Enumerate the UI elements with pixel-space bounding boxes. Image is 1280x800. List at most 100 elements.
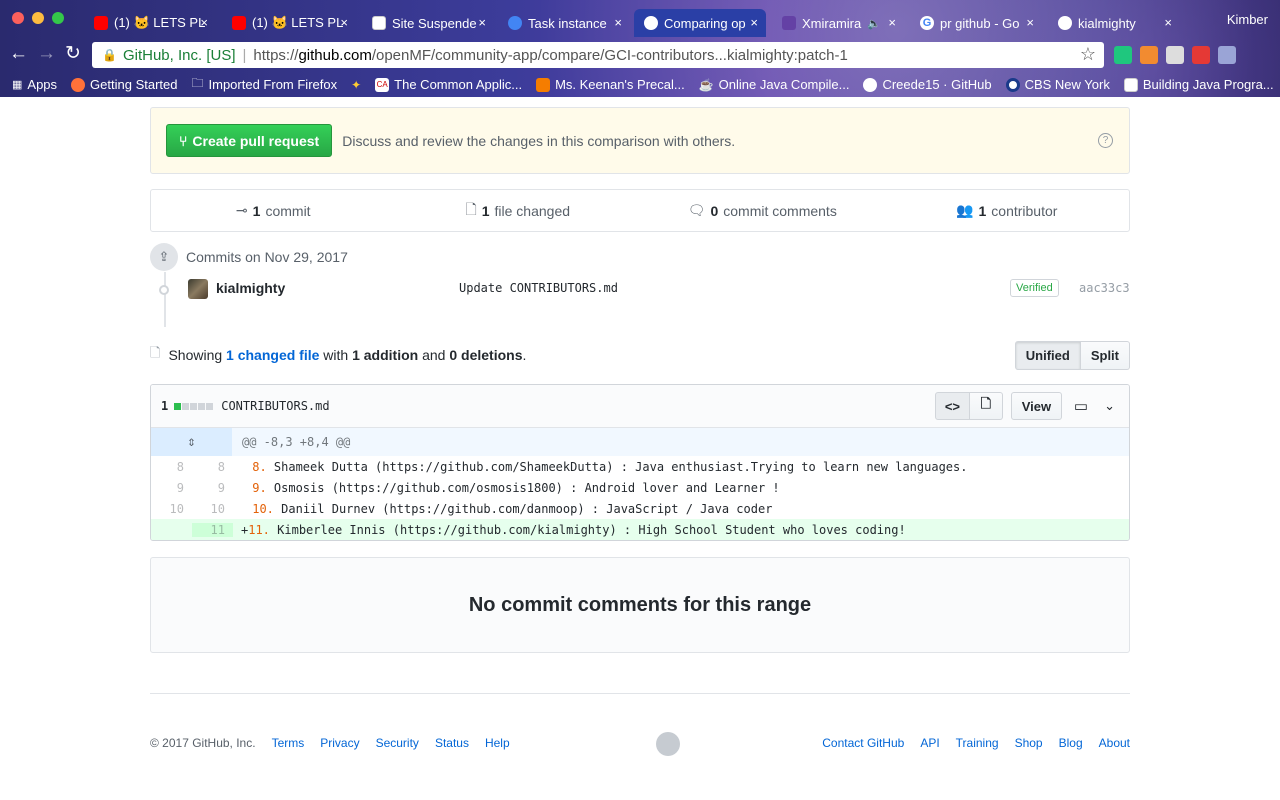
bookmark-item[interactable]: ✦ — [351, 78, 361, 92]
unified-button[interactable]: Unified — [1014, 341, 1081, 370]
view-file-button[interactable]: View — [1010, 392, 1062, 420]
browser-tab[interactable]: Task instance × — [498, 9, 630, 37]
url-text[interactable]: https://github.com/openMF/community-app/… — [253, 47, 847, 64]
forward-icon[interactable]: → — [37, 44, 56, 64]
browser-tab[interactable]: (1) 🐱 LETS PL × — [222, 9, 356, 37]
secure-indicator[interactable]: 🔒 GitHub, Inc. [US] — [92, 47, 236, 64]
changed-files-link[interactable]: 1 changed file — [226, 347, 319, 363]
close-tab-icon[interactable]: × — [1026, 15, 1034, 30]
close-tab-icon[interactable]: × — [750, 15, 758, 30]
blogger-icon — [536, 77, 551, 92]
desktop-icon[interactable]: ▭ — [1074, 397, 1088, 415]
bookmark-star-icon[interactable]: ☆ — [1080, 44, 1096, 65]
address-bar[interactable]: 🔒 GitHub, Inc. [US] | https://github.com/… — [92, 42, 1104, 68]
help-icon[interactable]: ? — [1098, 133, 1113, 148]
create-pr-banner: ⑂ Create pull request Discuss and review … — [150, 107, 1130, 174]
pull-request-icon: ⑂ — [179, 132, 188, 149]
bookmark-item[interactable]: ☕ Online Java Compile... — [699, 77, 850, 92]
lock-icon: 🔒 — [102, 48, 117, 62]
source-view-icon[interactable]: <> — [934, 392, 970, 420]
close-tab-icon[interactable]: × — [478, 15, 486, 30]
file-actions: <> 🗋 View ▭ ⌄ — [934, 392, 1119, 420]
java-icon: ☕ — [698, 77, 714, 92]
diff-line: 99 9. Osmosis (https://github.com/osmosi… — [176, 480, 780, 495]
diff-line: 88 8. Shameek Dutta (https://github.com/… — [176, 459, 968, 474]
profile-button[interactable]: Kimber — [1227, 12, 1268, 27]
bookmark-item[interactable]: ▦ Apps — [12, 77, 57, 92]
diff-view-toggle: Unified Split — [1014, 341, 1130, 370]
firefox-icon — [71, 77, 86, 92]
avatar[interactable] — [188, 279, 208, 299]
footer-link-blog[interactable]: Blog — [1059, 736, 1083, 750]
commit-author[interactable]: kialmighty — [216, 280, 285, 296]
footer-link-terms[interactable]: Terms — [272, 736, 305, 750]
extension-icon[interactable] — [1218, 46, 1236, 64]
bookmark-folder[interactable]: 🗀 Imported From Firefox — [192, 74, 338, 95]
commit-message[interactable]: Update CONTRIBUTORS.md — [459, 281, 618, 295]
bookmark-item[interactable]: Creede15 · GitHub — [863, 77, 992, 92]
footer-link-security[interactable]: Security — [376, 736, 419, 750]
footer-link-about[interactable]: About — [1099, 736, 1130, 750]
commits-tab[interactable]: ⊸ 1 commit — [151, 202, 396, 219]
close-tab-icon[interactable]: × — [1164, 15, 1172, 30]
footer-link-training[interactable]: Training — [956, 736, 999, 750]
extension-icon[interactable] — [1192, 46, 1210, 64]
bookmark-item[interactable]: CA The Common Applic... — [375, 77, 522, 92]
commit-sha[interactable]: aac33c3 — [1079, 281, 1130, 295]
diff-line-addition: 11 +11. Kimberlee Innis (https://github.… — [151, 519, 1129, 540]
maximize-window-icon[interactable] — [52, 12, 64, 24]
bookmark-item[interactable]: Ms. Keenan's Precal... — [536, 77, 685, 92]
close-tab-icon[interactable]: × — [200, 15, 208, 30]
bookmark-item[interactable]: CBS New York — [1005, 77, 1110, 92]
contributors-tab[interactable]: 👥 1 contributor — [885, 202, 1130, 219]
extension-icon[interactable] — [1114, 46, 1132, 64]
bookmark-item[interactable]: Getting Started — [71, 77, 178, 92]
reload-icon[interactable]: ↻ — [65, 44, 81, 64]
expand-icon[interactable]: ⇕ — [151, 428, 232, 456]
twitch-icon — [782, 16, 796, 30]
back-icon[interactable]: ← — [9, 44, 28, 64]
folder-icon: 🗀 — [191, 76, 204, 90]
diffstat-bar — [174, 402, 214, 410]
extension-icon[interactable] — [1166, 46, 1184, 64]
youtube-icon — [232, 16, 246, 30]
file-name[interactable]: CONTRIBUTORS.md — [221, 399, 329, 413]
footer-link-shop[interactable]: Shop — [1015, 736, 1043, 750]
github-logo-icon[interactable] — [656, 732, 680, 756]
commit-comments-tab[interactable]: 🗨 0 commit comments — [640, 202, 885, 219]
commit-icon: ⊸ — [235, 202, 248, 218]
extension-icon[interactable] — [1140, 46, 1158, 64]
split-button[interactable]: Split — [1080, 341, 1130, 370]
browser-tab[interactable]: (1) 🐱 LETS PL × — [84, 9, 216, 37]
files-changed-tab[interactable]: 🗋 1 file changed — [396, 199, 641, 223]
close-tab-icon[interactable]: × — [340, 15, 348, 30]
footer-link-contact[interactable]: Contact GitHub — [822, 736, 904, 750]
footer-link-privacy[interactable]: Privacy — [320, 736, 359, 750]
close-window-icon[interactable] — [12, 12, 24, 24]
footer-link-help[interactable]: Help — [485, 736, 510, 750]
minimize-window-icon[interactable] — [32, 12, 44, 24]
browser-tab[interactable]: Site Suspende × — [362, 9, 494, 37]
bookmark-item[interactable]: Building Java Progra... — [1123, 77, 1274, 92]
no-comments-blankslate: No commit comments for this range — [150, 557, 1130, 653]
browser-tab[interactable]: kialmighty × — [1048, 9, 1180, 37]
create-pull-request-button[interactable]: ⑂ Create pull request — [166, 124, 333, 157]
github-icon — [1058, 16, 1072, 30]
browser-tab-active[interactable]: Comparing op × — [634, 9, 766, 37]
github-icon — [863, 77, 878, 92]
footer-link-api[interactable]: API — [920, 736, 939, 750]
close-tab-icon[interactable]: × — [888, 15, 896, 30]
commit-row: kialmighty Update CONTRIBUTORS.md Verifi… — [150, 275, 1130, 303]
browser-tab[interactable]: Gpr github - Go × — [910, 9, 1042, 37]
diff-count: 1 — [161, 399, 169, 413]
close-tab-icon[interactable]: × — [614, 15, 622, 30]
browser-tab[interactable]: Xmiramira 🔈 × — [772, 9, 904, 37]
footer-link-status[interactable]: Status — [435, 736, 469, 750]
hunk-header: ⇕ @@ -8,3 +8,4 @@ — [151, 428, 1129, 456]
chevron-down-icon[interactable]: ⌄ — [1104, 398, 1115, 414]
verified-badge[interactable]: Verified — [1010, 279, 1059, 297]
file-header: 1 CONTRIBUTORS.md <> 🗋 View ▭ ⌄ — [151, 385, 1129, 428]
gci-icon — [508, 16, 522, 30]
rich-view-icon[interactable]: 🗋 — [969, 392, 1003, 420]
commit-dot-icon — [159, 285, 169, 295]
